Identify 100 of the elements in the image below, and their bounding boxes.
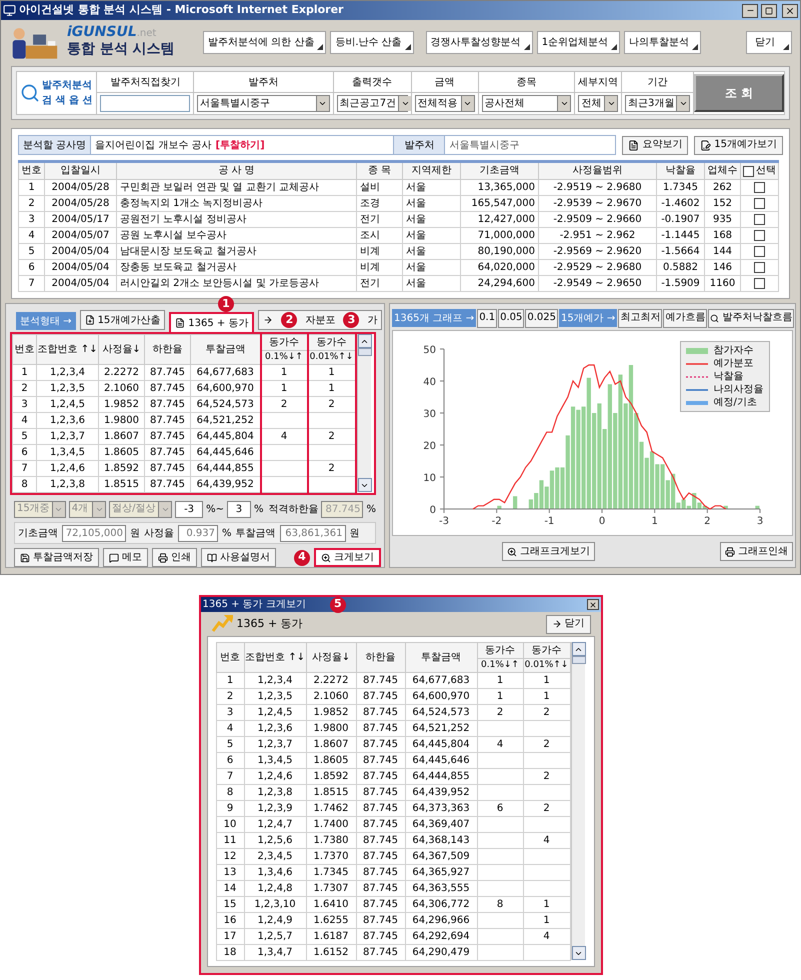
nav-button[interactable]: 1순위업체분석: [536, 30, 620, 54]
checkbox[interactable]: [754, 230, 765, 241]
column-header: 번호: [12, 334, 36, 364]
callout-number: 1: [218, 296, 234, 312]
table-cell: 1,3,4,5: [244, 752, 306, 768]
action-button[interactable]: 투찰금액저장: [14, 548, 99, 567]
graph-button[interactable]: 발주처낙찰흐름: [708, 308, 794, 328]
dropdown[interactable]: 공사전체: [482, 95, 572, 112]
table-cell: 71,000,000: [460, 228, 538, 244]
step-button[interactable]: 0.025: [525, 308, 558, 328]
zoom-view-button[interactable]: 크게보기: [314, 548, 381, 567]
corner-arrow-icon: [611, 44, 618, 50]
checkbox[interactable]: [754, 214, 765, 225]
nav-button[interactable]: 발주처분석에 의한 산출: [203, 30, 326, 54]
table-cell: 2: [18, 196, 44, 212]
bid-link[interactable]: [투찰하기]: [216, 138, 265, 152]
search-button[interactable]: 조 회: [694, 74, 784, 112]
range-from-field[interactable]: -3: [175, 500, 204, 518]
scroll-down-button[interactable]: [358, 478, 372, 492]
table-cell: 64,444,855: [190, 460, 260, 476]
table-cell: 조시: [356, 228, 402, 244]
step-button[interactable]: 0.1: [477, 308, 498, 328]
scroll-up-button[interactable]: [358, 334, 372, 348]
close-popup-button[interactable]: 닫기: [546, 614, 590, 634]
corner-arrow-icon: [524, 44, 530, 50]
scroll-up-button[interactable]: [572, 642, 586, 656]
tab[interactable]: 15개예가산출: [80, 310, 166, 330]
view-button[interactable]: 요약보기: [622, 136, 688, 154]
nav-button[interactable]: 나의투찰분석: [624, 30, 702, 54]
input-field[interactable]: [100, 95, 190, 112]
column-subheader[interactable]: 0.1%↓↑: [262, 350, 306, 364]
table-cell: 2004/05/07: [44, 228, 116, 244]
amount-field[interactable]: 63,861,361: [280, 524, 346, 542]
checkbox[interactable]: [754, 278, 765, 289]
column-header[interactable]: 사정율↓: [98, 334, 144, 364]
table-cell: 1: [260, 364, 308, 380]
column-header[interactable]: 사정율↓: [306, 642, 356, 672]
close-app-button[interactable]: 닫기: [746, 30, 792, 54]
action-icon: [109, 552, 119, 562]
maximize-button[interactable]: [761, 4, 777, 18]
action-icon: [158, 552, 168, 562]
checkbox[interactable]: [754, 198, 765, 209]
column-header[interactable]: 동가수: [269, 336, 299, 350]
range-to-field[interactable]: 3: [226, 500, 251, 518]
column-header[interactable]: 동가수: [485, 644, 515, 658]
table-cell: 64,290,479: [405, 944, 477, 960]
nav-button[interactable]: 경쟁사투찰성향분석: [426, 30, 533, 54]
column-header[interactable]: 동가수: [532, 644, 562, 658]
table-cell: 64,445,646: [405, 752, 477, 768]
checkbox[interactable]: [754, 182, 765, 193]
dropdown[interactable]: 서울특별시중구: [197, 95, 330, 112]
column-header[interactable]: 조합번호 ↑↓: [36, 334, 98, 364]
action-button[interactable]: 사용설명서: [201, 548, 276, 567]
table-cell: 2004/05/04: [44, 244, 116, 260]
graph-button[interactable]: 예가흐름: [663, 308, 708, 328]
table-cell: 64,444,855: [405, 768, 477, 784]
close-button[interactable]: [782, 4, 798, 18]
column-subheader[interactable]: 0.01%↑↓: [524, 658, 570, 672]
action-button[interactable]: 메모: [103, 548, 148, 567]
amount-field[interactable]: 0.937: [178, 524, 218, 542]
dropdown[interactable]: 최근3개월: [625, 95, 690, 112]
table-cell: 64,373,363: [405, 800, 477, 816]
action-button[interactable]: 인쇄: [152, 548, 197, 567]
dropdown[interactable]: 최근공고7건: [336, 95, 408, 112]
histogram-bar: [496, 506, 501, 509]
column-header[interactable]: 동가수: [316, 336, 346, 350]
column-header[interactable]: 조합번호 ↑↓: [244, 642, 306, 672]
step-button[interactable]: 0.05: [498, 308, 524, 328]
close-button[interactable]: [586, 599, 598, 610]
graph-print-button[interactable]: 그래프인쇄: [720, 542, 793, 561]
checkbox[interactable]: [754, 246, 765, 257]
nav-button[interactable]: 등비.난수 산출: [330, 30, 414, 54]
minimize-button[interactable]: [742, 4, 758, 18]
table-cell: 64,367,509: [405, 848, 477, 864]
dropdown[interactable]: 전체적용: [414, 95, 475, 112]
table-cell: 전기: [356, 276, 402, 292]
dropdown[interactable]: 전체: [578, 95, 618, 112]
popup-heading: 1365 + 동가: [236, 616, 303, 632]
checkbox[interactable]: [754, 262, 765, 273]
view-button[interactable]: 15개예가보기: [694, 136, 783, 154]
table-cell: 87.745: [356, 880, 405, 896]
column-subheader[interactable]: 0.1%↓↑: [478, 658, 522, 672]
tab[interactable]: 2 자분포 3 가: [258, 310, 382, 330]
axis-label: 3: [756, 516, 763, 527]
table-cell: 서울: [402, 180, 460, 196]
table-cell: -2.951 ~ 2.962: [538, 228, 656, 244]
amount-field[interactable]: 72,105,000: [62, 524, 126, 542]
table-cell: 11: [216, 832, 244, 848]
table-cell: 87.745: [144, 364, 190, 380]
graph-zoom-button[interactable]: 그래프크게보기: [502, 542, 595, 561]
checkbox[interactable]: [743, 166, 754, 176]
scrollbar-thumb[interactable]: [572, 656, 586, 664]
table-cell: -1.5664: [656, 244, 704, 260]
tab[interactable]: 1365 + 동가: [169, 312, 254, 332]
table-cell: 1,2,4,5: [36, 396, 98, 412]
scroll-down-button[interactable]: [572, 946, 586, 960]
close-icon: [785, 6, 795, 16]
graph-button[interactable]: 최고최저: [618, 308, 662, 328]
scrollbar-thumb[interactable]: [358, 348, 372, 356]
column-subheader[interactable]: 0.01%↑↓: [308, 350, 354, 364]
